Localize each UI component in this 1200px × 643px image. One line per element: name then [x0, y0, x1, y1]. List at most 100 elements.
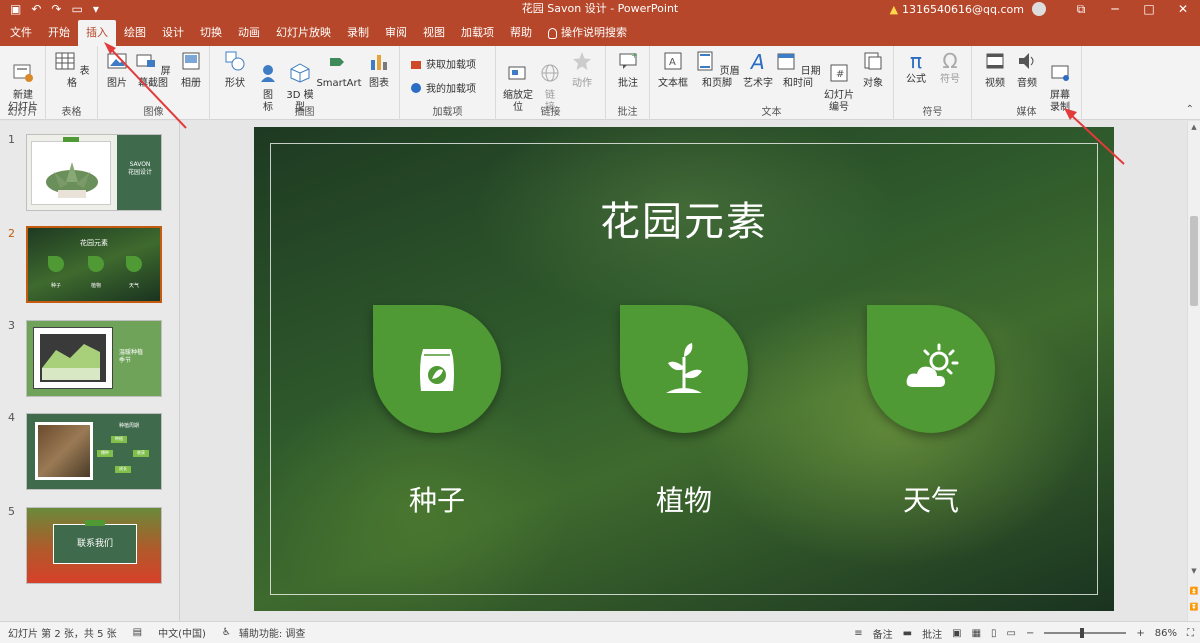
object-button[interactable]: 对象: [858, 50, 888, 90]
minimize-button[interactable]: ─: [1098, 0, 1132, 18]
notes-icon[interactable]: ≡: [854, 628, 862, 639]
maximize-button[interactable]: □: [1132, 0, 1166, 18]
vertical-scrollbar[interactable]: ▲ ▼ ⏫ ⏬: [1187, 121, 1200, 621]
equation-button[interactable]: π 公式: [900, 50, 932, 86]
tab-review[interactable]: 审阅: [377, 20, 415, 46]
thumbnail-slide-3[interactable]: 温暖种植 季节: [26, 320, 162, 397]
redo-icon[interactable]: ↷: [51, 0, 61, 18]
group-illustrations: 形状 图 标 3D 模 型 SmartArt 图表 插图: [210, 46, 400, 120]
notes-button[interactable]: 备注: [873, 626, 893, 641]
leaf-shape-seed[interactable]: [373, 305, 501, 433]
tab-animations[interactable]: 动画: [230, 20, 268, 46]
chart-button[interactable]: 图表: [364, 50, 394, 90]
leaf-shape-plant[interactable]: [620, 305, 748, 433]
datetime-button[interactable]: 日期和时间: [774, 50, 822, 90]
smartart-button[interactable]: SmartArt: [316, 50, 362, 90]
avatar[interactable]: [1032, 2, 1046, 16]
thumbnail-slide-1[interactable]: SAVON 花园设计: [26, 134, 162, 211]
label-weather[interactable]: 天气: [851, 479, 1011, 519]
accessibility-icon[interactable]: ♿: [214, 627, 239, 638]
next-slide-icon[interactable]: ⏬: [1188, 603, 1200, 611]
ribbon-display-icon[interactable]: ⧉: [1064, 0, 1098, 18]
zoom-icon: [508, 66, 526, 80]
comment-button[interactable]: + 批注: [612, 50, 644, 90]
group-addins: 获取加载项 我的加载项 加载项: [400, 46, 496, 120]
slide-title[interactable]: 花园元素: [254, 189, 1114, 247]
table-button[interactable]: 表格: [54, 50, 90, 90]
current-slide[interactable]: 花园元素 种子 植物 天气: [254, 127, 1114, 611]
header-footer-button[interactable]: 页眉和页脚: [692, 50, 742, 90]
tab-view[interactable]: 视图: [415, 20, 453, 46]
store-icon: [411, 60, 421, 69]
comments-button[interactable]: 批注: [922, 626, 942, 641]
zoom-slider[interactable]: [1044, 628, 1127, 638]
undo-icon[interactable]: ↶: [31, 0, 41, 18]
action-button[interactable]: 动作: [566, 50, 598, 90]
account-name[interactable]: 1316540616@qq.com: [902, 3, 1024, 16]
comments-icon[interactable]: ▬: [903, 628, 912, 639]
leaf-shape-weather[interactable]: [867, 305, 995, 433]
tell-me-search[interactable]: 操作说明搜索: [540, 20, 635, 46]
warning-icon[interactable]: ▲: [890, 3, 898, 16]
language-status[interactable]: 中文(中国): [150, 625, 214, 640]
album-button[interactable]: 相册: [176, 50, 206, 90]
thumbnail-label: 种植: [111, 436, 127, 443]
label-seed[interactable]: 种子: [357, 479, 517, 519]
tab-draw[interactable]: 绘图: [116, 20, 154, 46]
calendar-icon: [777, 53, 795, 70]
ribbon-insert: 新建 幻灯片 幻灯片 表格 表格 图片 屏幕截图 相册 图像 形状 图 标 3D…: [0, 46, 1200, 120]
tab-transitions[interactable]: 切换: [192, 20, 230, 46]
tab-addins[interactable]: 加载项: [453, 20, 502, 46]
label-plant[interactable]: 植物: [604, 479, 764, 519]
chart-icon: [371, 55, 387, 70]
collapse-ribbon-icon[interactable]: ⌃: [1186, 104, 1194, 115]
thumbnail-title: SAVON 花园设计: [117, 135, 161, 210]
thumbnail-slide-2[interactable]: 花园元素 种子 植物 天气: [26, 226, 162, 303]
zoom-in-icon[interactable]: +: [1136, 628, 1144, 639]
thumbnail-label: 播种: [97, 450, 113, 457]
normal-view-icon[interactable]: ▣: [952, 628, 961, 639]
spellcheck-icon[interactable]: ▤: [125, 627, 150, 638]
accessibility-status[interactable]: 辅助功能: 调查: [239, 625, 306, 640]
save-icon[interactable]: ▣: [10, 0, 21, 18]
tab-design[interactable]: 设计: [154, 20, 192, 46]
wordart-button[interactable]: A 艺术字: [742, 50, 774, 90]
my-addins-button[interactable]: 我的加载项: [410, 80, 476, 95]
fit-slide-icon[interactable]: ⛶: [1187, 628, 1194, 639]
tab-insert[interactable]: 插入: [78, 20, 116, 46]
scroll-down-icon[interactable]: ▼: [1188, 567, 1200, 575]
slideshow-icon[interactable]: ▭: [1007, 628, 1016, 639]
zoom-level[interactable]: 86%: [1155, 628, 1177, 639]
tab-home[interactable]: 开始: [40, 20, 78, 46]
screenshot-button[interactable]: 屏幕截图: [132, 50, 174, 90]
shapes-button[interactable]: 形状: [218, 50, 252, 90]
video-button[interactable]: 视频: [980, 50, 1010, 90]
symbol-button[interactable]: Ω 符号: [934, 50, 966, 86]
thumbnail-slide-5[interactable]: 联系我们: [26, 507, 162, 584]
sun-cloud-icon: [906, 343, 959, 387]
tab-record[interactable]: 录制: [339, 20, 377, 46]
zoom-out-icon[interactable]: −: [1026, 628, 1034, 639]
thumbnail-slide-4[interactable]: 种植周期 种植 收获 播种 成长: [26, 413, 162, 490]
picture-button[interactable]: 图片: [104, 50, 130, 90]
tab-file[interactable]: 文件: [2, 20, 40, 46]
audio-button[interactable]: 音频: [1012, 50, 1042, 90]
film-icon: [986, 53, 1004, 69]
seed-bag-icon: [420, 349, 454, 391]
thumbnail-label: 植物: [90, 283, 101, 289]
tab-slideshow[interactable]: 幻灯片放映: [268, 20, 339, 46]
succulent-icon: [46, 162, 98, 198]
get-addins-button[interactable]: 获取加载项: [410, 56, 476, 71]
scroll-up-icon[interactable]: ▲: [1188, 123, 1200, 131]
slide-sorter-icon[interactable]: ▦: [972, 628, 981, 639]
reading-view-icon[interactable]: ▯: [991, 628, 997, 639]
close-button[interactable]: ✕: [1166, 0, 1200, 18]
tab-help[interactable]: 帮助: [502, 20, 540, 46]
scrollbar-thumb[interactable]: [1190, 216, 1198, 306]
thumbnail-label: 种子: [50, 283, 61, 289]
zoom-slider-knob[interactable]: [1080, 628, 1085, 638]
present-icon[interactable]: ▭: [71, 0, 82, 18]
prev-slide-icon[interactable]: ⏫: [1188, 587, 1200, 595]
qat-more-icon[interactable]: ▾: [93, 0, 99, 18]
textbox-button[interactable]: A 文本框: [656, 50, 690, 90]
